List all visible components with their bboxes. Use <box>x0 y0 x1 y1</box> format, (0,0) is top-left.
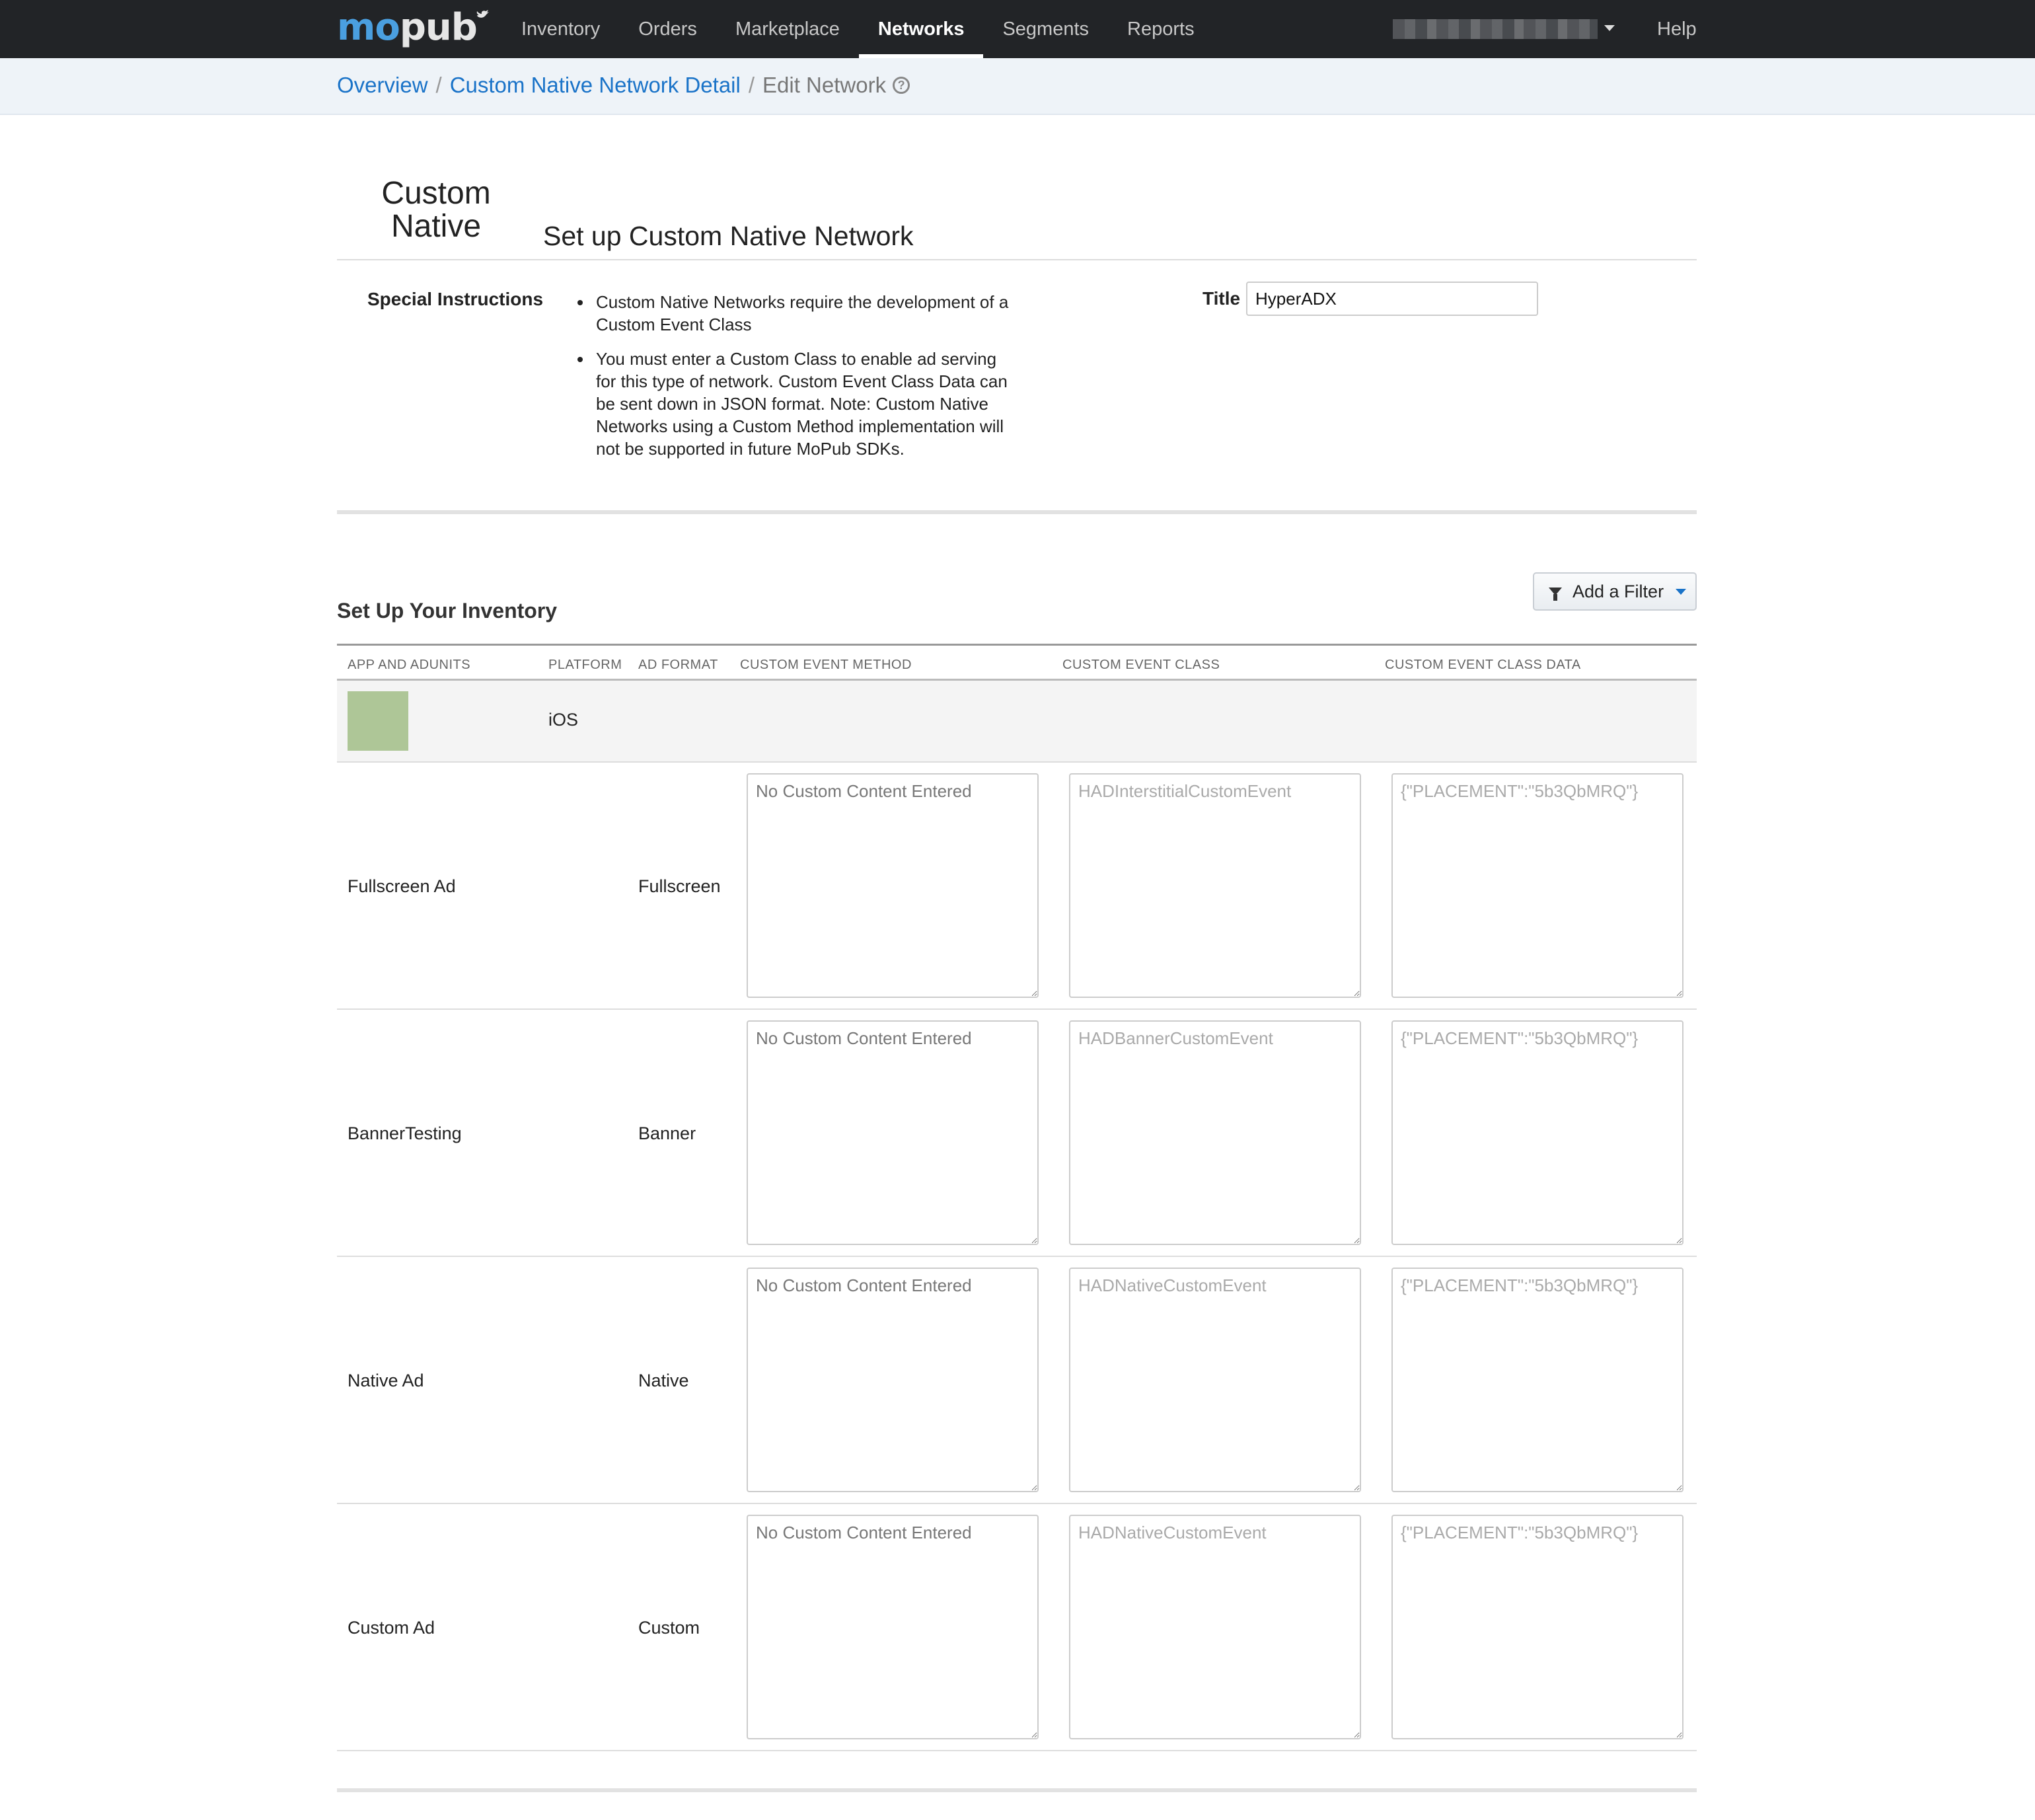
page-title: Set up Custom Native Network <box>543 221 914 251</box>
platform-label: iOS <box>548 710 579 730</box>
table-row: BannerTesting Banner <box>337 1010 1697 1257</box>
instruction-item: Custom Native Networks require the devel… <box>575 291 1011 336</box>
section-divider <box>337 510 1697 514</box>
app-row: iOS <box>337 681 1697 763</box>
breadcrumb-current: Edit Network <box>762 73 887 97</box>
custom-event-class-data-input[interactable] <box>1391 773 1684 998</box>
instruction-item: You must enter a Custom Class to enable … <box>575 348 1011 460</box>
add-filter-button[interactable]: Add a Filter <box>1533 572 1697 611</box>
column-header-method: CUSTOM EVENT METHOD <box>740 658 912 672</box>
custom-event-method-input[interactable] <box>747 773 1039 998</box>
breadcrumb-separator: / <box>748 73 755 97</box>
table-row: Fullscreen Ad Fullscreen <box>337 763 1697 1010</box>
adunit-format: Fullscreen <box>638 876 721 896</box>
nav-inventory[interactable]: Inventory <box>502 0 619 58</box>
breadcrumb-overview[interactable]: Overview <box>337 73 428 98</box>
brand-line-1: Custom <box>381 176 491 211</box>
title-input[interactable] <box>1246 282 1538 316</box>
table-row: Native Ad Native <box>337 1257 1697 1504</box>
breadcrumb-bar <box>0 58 2035 115</box>
nav-segments[interactable]: Segments <box>983 0 1108 58</box>
breadcrumb-separator: / <box>435 73 442 97</box>
adunit-name: BannerTesting <box>348 1123 462 1143</box>
custom-event-class-input[interactable] <box>1069 1020 1361 1245</box>
logo-text-pub: pub <box>399 5 478 49</box>
redacted-account-name <box>1393 19 1598 39</box>
custom-event-class-input[interactable] <box>1069 1515 1361 1739</box>
account-menu[interactable] <box>1393 19 1598 40</box>
custom-event-class-data-input[interactable] <box>1391 1515 1684 1739</box>
inventory-section-title: Set Up Your Inventory <box>337 599 558 623</box>
divider <box>337 259 1697 260</box>
special-instructions-label: Special Instructions <box>367 289 544 309</box>
adunit-name: Fullscreen Ad <box>348 876 456 896</box>
top-nav: mo pub Inventory Orders Marketplace Netwo… <box>0 0 2035 58</box>
adunit-format: Native <box>638 1371 689 1390</box>
adunit-format: Custom <box>638 1618 700 1638</box>
nav-reports[interactable]: Reports <box>1108 0 1214 58</box>
breadcrumb-network-detail[interactable]: Custom Native Network Detail <box>450 73 741 98</box>
breadcrumb: Overview / Custom Native Network Detail … <box>337 73 910 98</box>
adunit-format: Banner <box>638 1123 696 1143</box>
adunit-name: Native Ad <box>348 1371 424 1390</box>
network-brand-title: Custom Native <box>370 177 502 243</box>
custom-event-method-input[interactable] <box>747 1268 1039 1492</box>
filter-icon <box>1549 588 1562 601</box>
app-icon <box>348 691 408 751</box>
nav-marketplace[interactable]: Marketplace <box>716 0 859 58</box>
account-caret-icon[interactable] <box>1604 25 1615 31</box>
column-header-platform: PLATFORM <box>548 658 622 672</box>
nav-networks[interactable]: Networks <box>858 0 984 58</box>
section-divider <box>337 1788 1697 1792</box>
column-header-app: APP AND ADUNITS <box>348 658 471 672</box>
title-label: Title <box>1202 288 1241 309</box>
special-instructions-list: Custom Native Networks require the devel… <box>575 291 1011 472</box>
custom-event-class-input[interactable] <box>1069 1268 1361 1492</box>
inventory-table-header: APP AND ADUNITS PLATFORM AD FORMAT CUSTO… <box>337 644 1697 681</box>
nav-help[interactable]: Help <box>1657 0 1697 58</box>
logo-text-mo: mo <box>337 5 400 49</box>
custom-event-class-input[interactable] <box>1069 773 1361 998</box>
mopub-logo[interactable]: mo pub <box>337 4 489 50</box>
chevron-down-icon <box>1676 588 1687 595</box>
column-header-format: AD FORMAT <box>638 658 718 672</box>
nav-orders[interactable]: Orders <box>619 0 716 58</box>
add-filter-label: Add a Filter <box>1572 581 1664 601</box>
table-row: Custom Ad Custom <box>337 1504 1697 1751</box>
column-header-class: CUSTOM EVENT CLASS <box>1062 658 1220 672</box>
custom-event-class-data-input[interactable] <box>1391 1020 1684 1245</box>
help-question-icon[interactable]: ? <box>893 77 910 94</box>
adunit-name: Custom Ad <box>348 1618 435 1638</box>
bird-icon <box>476 10 489 18</box>
column-header-class-data: CUSTOM EVENT CLASS DATA <box>1385 658 1581 672</box>
main-nav: Inventory Orders Marketplace Networks Se… <box>502 0 1214 58</box>
custom-event-method-input[interactable] <box>747 1515 1039 1739</box>
custom-event-class-data-input[interactable] <box>1391 1268 1684 1492</box>
brand-line-2: Native <box>390 209 482 244</box>
custom-event-method-input[interactable] <box>747 1020 1039 1245</box>
